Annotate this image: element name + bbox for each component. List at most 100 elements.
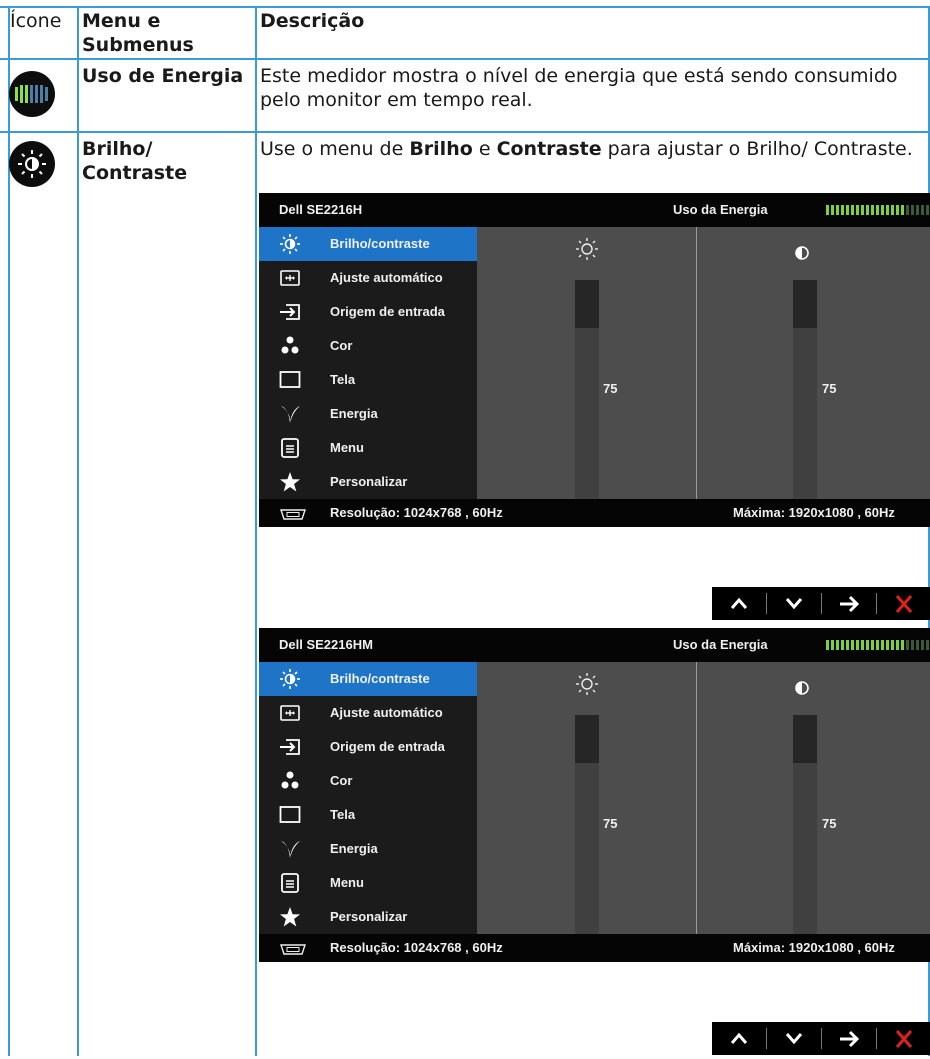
right-arrow-button[interactable] bbox=[822, 587, 876, 620]
energy-meter-bar bbox=[856, 205, 859, 215]
energy-meter-bar bbox=[851, 640, 854, 650]
brightness-icon bbox=[279, 234, 301, 254]
osd-menu-item[interactable]: Energia bbox=[259, 397, 477, 431]
energy-meter-bar bbox=[896, 640, 899, 650]
color-icon bbox=[279, 771, 301, 791]
brightness-slider[interactable] bbox=[575, 280, 599, 500]
osd-menu-label: Personalizar bbox=[330, 909, 408, 924]
osd-menu-label: Ajuste automático bbox=[330, 270, 443, 285]
energy-meter bbox=[826, 205, 930, 215]
energy-meter-bar bbox=[851, 205, 854, 215]
energy-meter-bar bbox=[876, 640, 879, 650]
brightness-icon bbox=[279, 669, 301, 689]
osd-menu-item[interactable]: Tela bbox=[259, 363, 477, 397]
star-icon bbox=[279, 907, 301, 927]
energy-meter-bar bbox=[826, 205, 829, 215]
osd-button-bar bbox=[712, 1022, 930, 1055]
right-arrow-icon bbox=[822, 1030, 876, 1059]
osd-menu-item[interactable]: Personalizar bbox=[259, 465, 477, 499]
energy-meter-bar bbox=[906, 205, 909, 215]
input-source-icon bbox=[279, 737, 301, 757]
brightness-icon bbox=[575, 237, 599, 267]
up-arrow-button[interactable] bbox=[712, 587, 766, 620]
desc-text: Use o menu de bbox=[260, 138, 410, 160]
desc-bold-contrast: Contraste bbox=[496, 138, 602, 160]
auto-adjust-icon bbox=[279, 268, 301, 288]
energy-meter-bar bbox=[906, 640, 909, 650]
slider-empty-part bbox=[575, 280, 599, 328]
energy-meter-bar bbox=[871, 640, 874, 650]
close-button[interactable] bbox=[877, 587, 930, 620]
table-row-divider bbox=[0, 131, 930, 133]
energy-meter-bar bbox=[926, 205, 929, 215]
up-arrow-button[interactable] bbox=[712, 1022, 766, 1055]
osd-energy-label: Uso da Energia bbox=[673, 637, 768, 652]
energy-meter-bar bbox=[911, 205, 914, 215]
osd-menu-label: Menu bbox=[330, 875, 364, 890]
osd-panel-divider bbox=[696, 662, 697, 934]
down-arrow-button[interactable] bbox=[767, 587, 821, 620]
osd-menu-item[interactable]: Brilho/contraste bbox=[259, 227, 477, 261]
osd-menu-item[interactable]: Cor bbox=[259, 329, 477, 363]
energy-meter-bar bbox=[901, 205, 904, 215]
down-arrow-icon bbox=[767, 1033, 821, 1059]
brightness-icon bbox=[575, 672, 599, 702]
right-arrow-button[interactable] bbox=[822, 1022, 876, 1055]
header-description: Descrição bbox=[260, 10, 365, 32]
row-menu-energy-usage: Uso de Energia bbox=[82, 65, 244, 87]
energy-meter-bar bbox=[831, 640, 834, 650]
contrast-icon bbox=[795, 678, 809, 701]
desc-text: e bbox=[472, 138, 497, 160]
row-desc-energy-usage: Este medidor mostra o nível de energia q… bbox=[260, 65, 898, 111]
button-separator bbox=[876, 593, 877, 614]
osd-menu-label: Brilho/contraste bbox=[330, 236, 430, 251]
osd-adjust-panel bbox=[477, 662, 930, 934]
energy-meter-bar bbox=[856, 640, 859, 650]
osd-menu-item[interactable]: Menu bbox=[259, 431, 477, 465]
right-arrow-icon bbox=[822, 595, 876, 624]
osd-menu-label: Ajuste automático bbox=[330, 705, 443, 720]
table-top-border bbox=[0, 6, 930, 8]
desc-text: para ajustar o Brilho/ Contraste. bbox=[601, 138, 913, 160]
contrast-slider[interactable] bbox=[793, 280, 817, 500]
osd-menu-item[interactable]: Energia bbox=[259, 832, 477, 866]
osd-menu-item[interactable]: Menu bbox=[259, 866, 477, 900]
button-separator bbox=[821, 593, 822, 614]
osd-menu-label: Tela bbox=[330, 807, 356, 822]
osd-menu-item[interactable]: Tela bbox=[259, 798, 477, 832]
osd-menu-label: Energia bbox=[330, 841, 378, 856]
osd-resolution: Resolução: 1024x768 , 60Hz bbox=[330, 940, 503, 955]
energy-meter-bar bbox=[916, 640, 919, 650]
energy-meter-bar bbox=[911, 640, 914, 650]
osd-menu-item[interactable]: Brilho/contraste bbox=[259, 662, 477, 696]
brightness-value: 75 bbox=[603, 381, 618, 396]
desc-bold-brightness: Brilho bbox=[409, 138, 473, 160]
close-button[interactable] bbox=[877, 1022, 930, 1055]
brightness-slider[interactable] bbox=[575, 715, 599, 935]
menu-icon bbox=[279, 438, 301, 458]
osd-model-name: Dell SE2216HM bbox=[279, 637, 373, 652]
osd-menu-item[interactable]: Personalizar bbox=[259, 900, 477, 934]
energy-meter-bar bbox=[836, 205, 839, 215]
close-icon bbox=[877, 1030, 930, 1059]
down-arrow-button[interactable] bbox=[767, 1022, 821, 1055]
button-separator bbox=[821, 1028, 822, 1049]
osd-title-bar: Dell SE2216HM Uso da Energia bbox=[259, 628, 930, 662]
energy-meter-bar bbox=[861, 205, 864, 215]
osd-menu-item[interactable]: Origem de entrada bbox=[259, 295, 477, 329]
contrast-icon bbox=[795, 243, 809, 266]
osd-menu-item[interactable]: Origem de entrada bbox=[259, 730, 477, 764]
energy-meter-bar bbox=[826, 640, 829, 650]
osd-main-menu: Brilho/contraste Ajuste automático Origem … bbox=[259, 662, 477, 959]
energy-meter-bar bbox=[891, 205, 894, 215]
osd-menu-label: Personalizar bbox=[330, 474, 408, 489]
energy-meter-bar bbox=[886, 640, 889, 650]
osd-menu-item[interactable]: Ajuste automático bbox=[259, 261, 477, 295]
osd-model-name: Dell SE2216H bbox=[279, 202, 363, 217]
brightness-value: 75 bbox=[603, 816, 618, 831]
energy-meter-bar bbox=[861, 640, 864, 650]
osd-menu-item[interactable]: Cor bbox=[259, 764, 477, 798]
button-separator bbox=[876, 1028, 877, 1049]
contrast-slider[interactable] bbox=[793, 715, 817, 935]
osd-menu-item[interactable]: Ajuste automático bbox=[259, 696, 477, 730]
